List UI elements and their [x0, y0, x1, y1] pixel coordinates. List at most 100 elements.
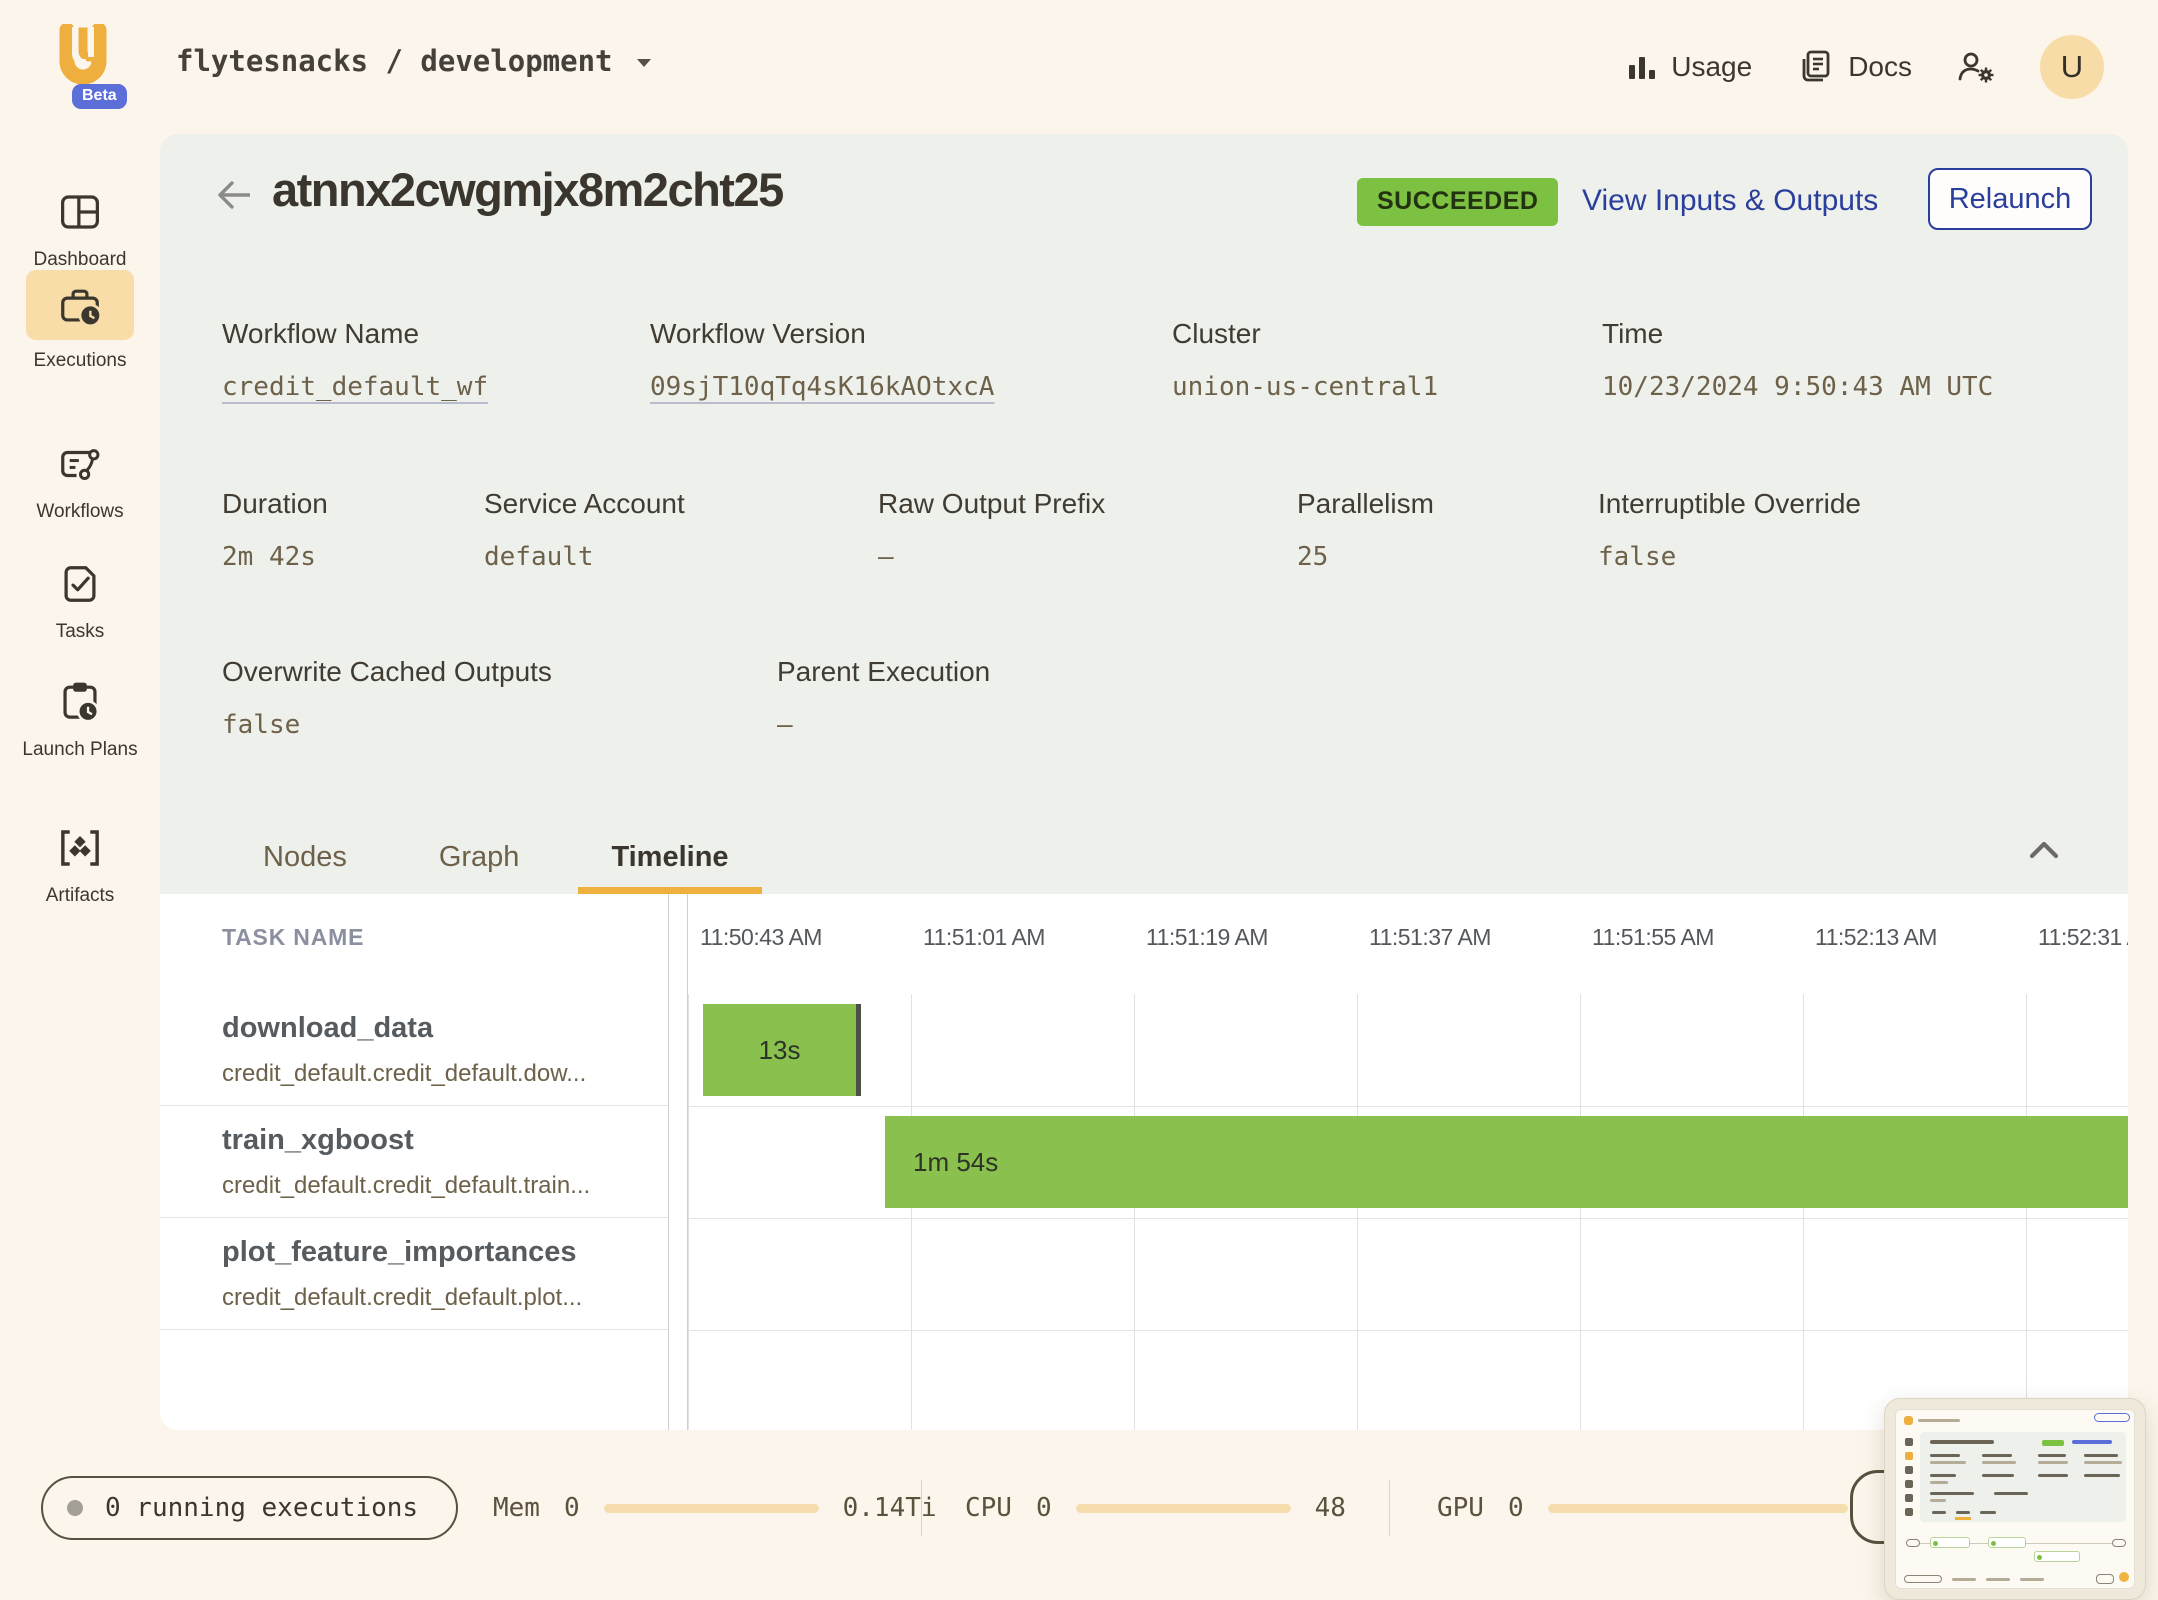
- gpu-min: 0: [1508, 1493, 1524, 1523]
- mem-label: Mem: [493, 1493, 540, 1523]
- running-executions-pill[interactable]: 0 running executions: [41, 1476, 458, 1540]
- task-name-header: TASK NAME: [222, 924, 364, 951]
- task-subtitle: credit_default.credit_default.train...: [222, 1172, 668, 1200]
- cpu-min: 0: [1036, 1493, 1052, 1523]
- cpu-max: 48: [1315, 1493, 1346, 1523]
- executions-icon: [57, 283, 103, 327]
- meta-value: union-us-central1: [1172, 372, 1438, 402]
- workflow-version-link[interactable]: 09sjT10qTq4sK16kAOtxcA: [650, 372, 994, 402]
- breadcrumb[interactable]: flytesnacks / development: [176, 44, 653, 78]
- sidebar-item-tasks[interactable]: Tasks: [0, 562, 160, 644]
- minimap-logo: [1904, 1416, 1913, 1425]
- sidebar-item-artifacts[interactable]: Artifacts: [0, 826, 160, 908]
- gridline: [911, 994, 912, 1430]
- meta-value: 10/23/2024 9:50:43 AM UTC: [1602, 372, 1993, 402]
- sidebar-label-tasks: Tasks: [0, 620, 160, 644]
- workflow-name-link[interactable]: credit_default_wf: [222, 372, 488, 402]
- task-name: plot_feature_importances: [222, 1236, 668, 1269]
- meta-value: 25: [1297, 542, 1434, 572]
- sidebar-label-launch-plans: Launch Plans: [0, 738, 160, 762]
- row-divider: [688, 1330, 2128, 1331]
- running-status-dot: [67, 1500, 83, 1516]
- tab-graph[interactable]: Graph: [439, 820, 520, 894]
- meta-raw-output-prefix: Raw Output Prefix –: [878, 488, 1105, 572]
- user-gear-icon[interactable]: [1956, 48, 1996, 86]
- meta-label: Workflow Version: [650, 318, 994, 350]
- gpu-label: GPU: [1437, 1493, 1484, 1523]
- minimap-graph-node: [1988, 1537, 2026, 1548]
- relaunch-button[interactable]: Relaunch: [1928, 168, 2092, 230]
- meta-overwrite-cached-outputs: Overwrite Cached Outputs false: [222, 656, 552, 740]
- bar-chart-icon: [1627, 51, 1657, 83]
- gridline: [688, 994, 689, 1430]
- task-subtitle: credit_default.credit_default.plot...: [222, 1284, 668, 1312]
- usage-nav[interactable]: Usage: [1627, 51, 1752, 83]
- tab-timeline[interactable]: Timeline: [611, 820, 728, 894]
- minimap-graph-node: [1930, 1537, 1970, 1548]
- view-inputs-outputs-link[interactable]: View Inputs & Outputs: [1582, 184, 1878, 218]
- sidebar-label-dashboard: Dashboard: [0, 248, 160, 272]
- meta-label: Duration: [222, 488, 328, 520]
- gridline: [1803, 994, 1804, 1430]
- sidebar: Dashboard Executions: [0, 134, 160, 1588]
- bar-duration-label: 1m 54s: [913, 1147, 998, 1178]
- sidebar-label-artifacts: Artifacts: [0, 884, 160, 908]
- gridline: [2026, 994, 2027, 1430]
- chevron-up-icon[interactable]: [2026, 838, 2062, 862]
- timeline-section: TASK NAME download_data credit_default.c…: [160, 894, 2128, 1430]
- meta-parallelism: Parallelism 25: [1297, 488, 1434, 572]
- gantt-bar-download-data[interactable]: 13s: [703, 1004, 861, 1096]
- sidebar-item-dashboard[interactable]: Dashboard: [0, 190, 160, 272]
- row-divider: [688, 1106, 2128, 1107]
- docs-label: Docs: [1848, 51, 1912, 83]
- artifacts-icon: [56, 826, 104, 870]
- executions-active-tile: [26, 270, 134, 340]
- sidebar-item-launch-plans[interactable]: Launch Plans: [0, 678, 160, 762]
- time-tick: 11:51:55 AM: [1592, 924, 1714, 951]
- meta-value: default: [484, 542, 685, 572]
- meta-label: Cluster: [1172, 318, 1438, 350]
- time-tick: 11:52:31 AM: [2038, 924, 2128, 951]
- screen-preview-thumbnail[interactable]: [1884, 1398, 2146, 1600]
- status-divider: [1389, 1480, 1390, 1536]
- meta-label: Service Account: [484, 488, 685, 520]
- meta-workflow-version: Workflow Version 09sjT10qTq4sK16kAOtxcA: [650, 318, 994, 402]
- cpu-label: CPU: [965, 1493, 1012, 1523]
- status-divider: [921, 1480, 922, 1536]
- task-row-plot-feature-importances[interactable]: plot_feature_importances credit_default.…: [160, 1218, 668, 1330]
- avatar[interactable]: U: [2040, 35, 2104, 99]
- tab-nodes[interactable]: Nodes: [263, 820, 347, 894]
- meta-value: false: [222, 710, 552, 740]
- running-executions-label: 0 running executions: [105, 1493, 418, 1523]
- meta-label: Workflow Name: [222, 318, 488, 350]
- avatar-initial: U: [2061, 49, 2083, 85]
- gridline: [1580, 994, 1581, 1430]
- docs-nav[interactable]: Docs: [1796, 48, 1912, 86]
- sidebar-item-workflows[interactable]: Workflows: [0, 442, 160, 524]
- docs-icon: [1796, 48, 1834, 86]
- cpu-meter: CPU 0 48: [965, 1476, 1346, 1540]
- task-name: download_data: [222, 1012, 668, 1045]
- time-tick: 11:51:01 AM: [923, 924, 1045, 951]
- breadcrumb-text: flytesnacks / development: [176, 44, 613, 78]
- meta-label: Parallelism: [1297, 488, 1434, 520]
- gpu-meter: GPU 0 4: [1437, 1476, 1887, 1540]
- tab-bar: Nodes Graph Timeline: [160, 820, 729, 894]
- task-row-download-data[interactable]: download_data credit_default.credit_defa…: [160, 994, 668, 1106]
- task-row-train-xgboost[interactable]: train_xgboost credit_default.credit_defa…: [160, 1106, 668, 1218]
- cpu-track: [1076, 1504, 1291, 1513]
- minimap-page: [1895, 1409, 2135, 1589]
- meta-label: Interruptible Override: [1598, 488, 1861, 520]
- task-name-column: TASK NAME download_data credit_default.c…: [160, 894, 668, 1430]
- union-logo[interactable]: Beta: [46, 22, 120, 106]
- sidebar-item-executions[interactable]: Executions: [0, 270, 160, 373]
- back-arrow-icon[interactable]: [212, 174, 256, 216]
- meta-label: Overwrite Cached Outputs: [222, 656, 552, 688]
- minimap-blue-pill: [2094, 1413, 2130, 1422]
- mem-track: [604, 1504, 819, 1513]
- status-badge: SUCCEEDED: [1357, 178, 1558, 226]
- meta-workflow-name: Workflow Name credit_default_wf: [222, 318, 488, 402]
- execution-detail-panel: atnnx2cwgmjx8m2cht25 SUCCEEDED View Inpu…: [160, 134, 2128, 1430]
- gantt-bar-train-xgboost[interactable]: 1m 54s: [885, 1116, 2128, 1208]
- column-splitter[interactable]: [668, 894, 688, 1430]
